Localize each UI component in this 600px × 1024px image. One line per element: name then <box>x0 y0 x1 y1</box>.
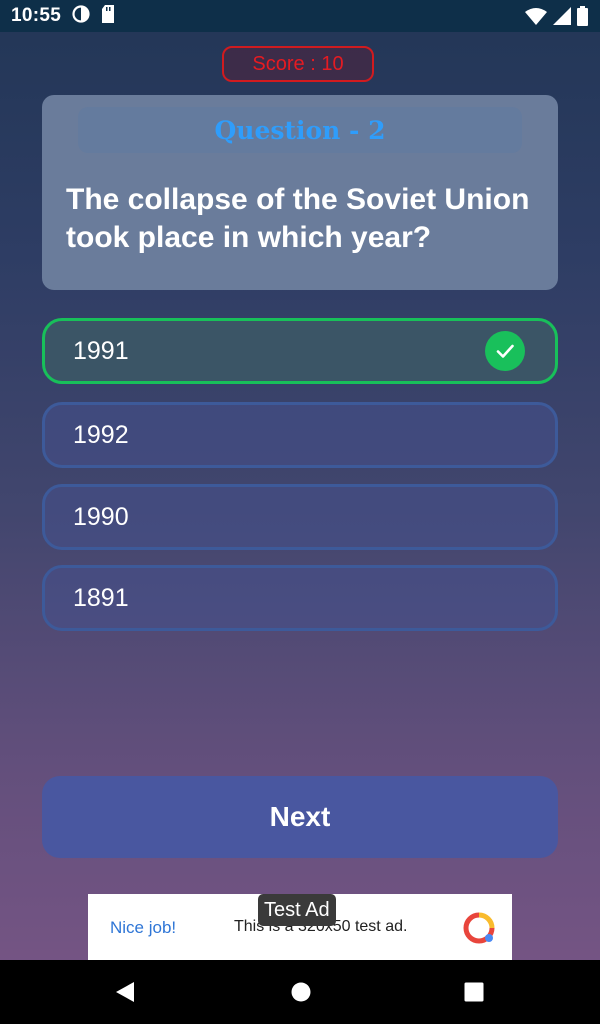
answer-option-label: 1990 <box>73 502 129 531</box>
next-button[interactable]: Next <box>42 776 558 858</box>
answer-option-label: 1991 <box>73 336 129 365</box>
test-ad-badge: Test Ad <box>258 894 336 926</box>
check-icon <box>485 331 525 371</box>
navigation-bar <box>0 960 600 1024</box>
answer-option-4[interactable]: 1891 <box>42 565 558 631</box>
wifi-icon <box>525 7 547 30</box>
answer-option-label: 1992 <box>73 420 129 449</box>
question-text: The collapse of the Soviet Union took pl… <box>66 183 530 254</box>
answer-option-label: 1891 <box>73 583 129 612</box>
ad-cta-text[interactable]: Nice job! <box>110 918 176 938</box>
question-card: Question - 2 The collapse of the Soviet … <box>42 95 558 290</box>
sd-card-icon <box>101 4 115 28</box>
answer-option-1[interactable]: 1991 <box>42 318 558 384</box>
status-bar: 10:55 <box>0 0 600 32</box>
score-badge: Score : 10 <box>222 46 374 82</box>
recent-apps-icon[interactable] <box>463 980 485 1009</box>
status-time: 10:55 <box>11 5 62 26</box>
battery-icon <box>577 6 588 31</box>
ad-logo-icon <box>462 911 496 950</box>
signal-icon <box>553 7 571 30</box>
answer-option-2[interactable]: 1992 <box>42 402 558 468</box>
home-icon[interactable] <box>290 980 312 1009</box>
back-icon[interactable] <box>114 980 136 1009</box>
answer-option-3[interactable]: 1990 <box>42 484 558 550</box>
data-saver-icon <box>72 4 90 28</box>
question-number: Question - 2 <box>78 107 522 153</box>
